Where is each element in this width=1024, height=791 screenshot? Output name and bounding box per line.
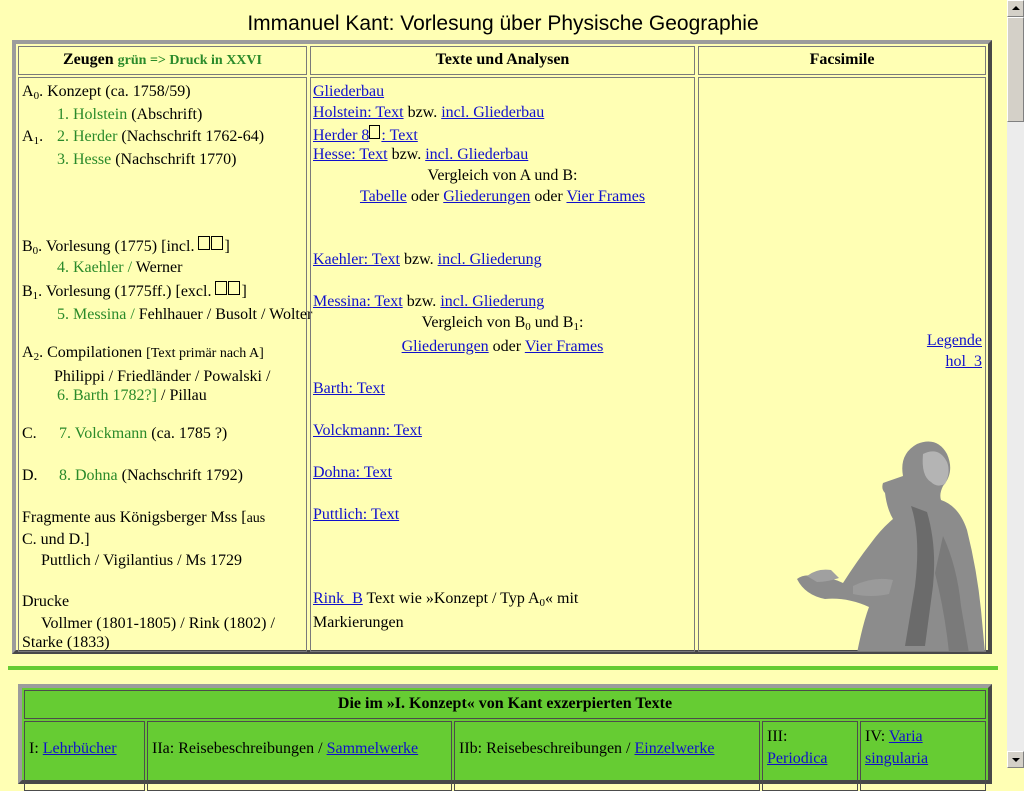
b0-line: B0. Vorlesung (1775) [incl. ] <box>22 236 230 257</box>
glyph-box-icon <box>211 236 224 250</box>
fragmente-line-2: C. und D.] <box>22 531 90 548</box>
kant-statue-image <box>797 441 985 651</box>
glyph-box-icon <box>215 281 228 295</box>
header-texte: Texte und Analysen <box>310 46 695 75</box>
barth-text-link[interactable]: Barth: Text <box>313 380 385 397</box>
vier-frames-link-2[interactable]: Vier Frames <box>525 338 604 355</box>
varia-link[interactable]: Varia <box>889 728 923 745</box>
singularia-link[interactable]: singularia <box>865 750 928 767</box>
vertical-scrollbar[interactable] <box>1007 0 1024 768</box>
herder-line: 2. Herder (Nachschrift 1762-64) <box>57 128 265 145</box>
rink-b-link[interactable]: Rink_B <box>313 590 363 607</box>
scroll-thumb[interactable] <box>1007 17 1024 122</box>
konzept-title: Die im »I. Konzept« von Kant exzerpierte… <box>24 690 986 719</box>
vergleich-b-label: Vergleich von B0 und B1: <box>421 314 584 333</box>
einzelwerke-link[interactable]: Einzelwerke <box>635 740 715 757</box>
legende-link[interactable]: Legende <box>927 332 982 349</box>
holstein-text-link[interactable]: Holstein: Text <box>313 104 404 121</box>
dohna-line: 8. Dohna (Nachschrift 1792) <box>59 467 243 484</box>
glyph-box-icon <box>369 125 381 139</box>
vier-frames-link-1[interactable]: Vier Frames <box>566 188 645 205</box>
main-table: Zeugen grün => Druck in XXVI Texte und A… <box>12 40 992 654</box>
fragmente-line: Fragmente aus Königsberger Mss [aus <box>22 509 266 526</box>
hesse-gliederbau-link[interactable]: incl. Gliederbau <box>425 146 528 163</box>
c-label: C. <box>22 425 37 442</box>
starke-line: Starke (1833) <box>22 634 110 651</box>
konzept-cell-3: IIb: Reisebeschreibungen / Einzelwerke <box>454 721 760 791</box>
separator-line <box>8 666 998 670</box>
messina-gliederung-link[interactable]: incl. Gliederung <box>440 293 544 310</box>
philippi-line: Philippi / Friedländer / Powalski / <box>54 368 271 385</box>
glyph-box-icon <box>228 281 241 295</box>
texte-column: Gliederbau Holstein: Text bzw. incl. Gli… <box>310 77 695 652</box>
drucke-label: Drucke <box>22 593 70 610</box>
messina-line: 5. Messina / Fehlhauer / Busolt / Wolter <box>57 306 313 323</box>
volckmann-text-link[interactable]: Volckmann: Text <box>313 422 422 439</box>
header-zeugen-note: grün => Druck in XXVI <box>117 53 262 68</box>
kaehler-line: 4. Kaehler / Werner <box>57 259 183 276</box>
a1-label: A1. <box>22 128 44 147</box>
tabelle-link[interactable]: Tabelle <box>360 188 407 205</box>
konzept-cell-1: I: Lehrbücher <box>24 721 145 791</box>
vollmer-line: Vollmer (1801-1805) / Rink (1802) / <box>41 615 275 632</box>
konzept-table: Die im »I. Konzept« von Kant exzerpierte… <box>18 684 992 791</box>
kaehler-text-link[interactable]: Kaehler: Text <box>313 251 400 268</box>
gliederbau-link[interactable]: Gliederbau <box>313 83 384 100</box>
barth-line: 6. Barth 1782?] / Pillau <box>57 387 207 404</box>
gliederungen-link-2[interactable]: Gliederungen <box>402 338 489 355</box>
vergleich-b-links: Gliederungen oder Vier Frames <box>401 338 604 355</box>
hol3-link[interactable]: hol_3 <box>946 353 982 370</box>
d-label: D. <box>22 467 38 484</box>
hesse-row: Hesse: Text bzw. incl. Gliederbau <box>313 146 529 163</box>
gliederungen-link-1[interactable]: Gliederungen <box>443 188 530 205</box>
header-zeugen-label: Zeugen <box>63 51 114 68</box>
a0-line: A0. Konzept (ca. 1758/59) <box>22 83 191 102</box>
facsimile-column: Legende hol_3 <box>698 77 986 652</box>
holstein-row: Holstein: Text bzw. incl. Gliederbau <box>313 104 545 121</box>
hesse-line: 3. Hesse (Nachschrift 1770) <box>57 151 237 168</box>
kaehler-gliederung-link[interactable]: incl. Gliederung <box>438 251 542 268</box>
dohna-text-link[interactable]: Dohna: Text <box>313 464 392 481</box>
konzept-cell-4: III: Periodica <box>762 721 858 791</box>
hesse-text-link[interactable]: Hesse: Text <box>313 146 388 163</box>
messina-row: Messina: Text bzw. incl. Gliederung <box>313 293 545 310</box>
arrow-up-icon <box>1012 6 1020 10</box>
scroll-up-button[interactable] <box>1007 0 1024 17</box>
messina-text-link[interactable]: Messina: Text <box>313 293 403 310</box>
kaehler-row: Kaehler: Text bzw. incl. Gliederung <box>313 251 542 268</box>
puttlich-text-link[interactable]: Puttlich: Text <box>313 506 399 523</box>
volckmann-line: 7. Volckmann (ca. 1785 ?) <box>59 425 228 442</box>
periodica-link[interactable]: Periodica <box>767 750 827 767</box>
puttlich-line: Puttlich / Vigilantius / Ms 1729 <box>41 552 242 569</box>
header-facsimile: Facsimile <box>698 46 986 75</box>
sammelwerke-link[interactable]: Sammelwerke <box>327 740 419 757</box>
vergleich-ab-links: Tabelle oder Gliederungen oder Vier Fram… <box>359 188 646 205</box>
page-title: Immanuel Kant: Vorlesung über Physische … <box>247 12 759 35</box>
header-zeugen: Zeugen grün => Druck in XXVI <box>18 46 307 75</box>
b1-line: B1. Vorlesung (1775ff.) [excl. ] <box>22 281 247 302</box>
holstein-gliederbau-link[interactable]: incl. Gliederbau <box>441 104 544 121</box>
rink-row: Rink_B Text wie »Konzept / Typ A0« mit <box>313 590 579 609</box>
a2-line: A2. Compilationen [Text primär nach A] <box>22 344 264 363</box>
glyph-box-icon <box>198 236 211 250</box>
herder-text-link[interactable]: Herder 8: Text <box>313 125 418 144</box>
scroll-down-button[interactable] <box>1007 751 1024 768</box>
konzept-cell-2: IIa: Reisebeschreibungen / Sammelwerke <box>147 721 452 791</box>
vergleich-ab-label: Vergleich von A und B: <box>427 167 578 184</box>
holstein-line: 1. Holstein (Abschrift) <box>57 106 203 123</box>
arrow-down-icon <box>1012 758 1020 762</box>
konzept-cell-5: IV: Varia singularia <box>860 721 986 791</box>
lehrbuecher-link[interactable]: Lehrbücher <box>43 740 117 757</box>
zeugen-column: A0. Konzept (ca. 1758/59) 1. Holstein (A… <box>18 77 312 652</box>
markierungen-text: Markierungen <box>313 614 404 631</box>
